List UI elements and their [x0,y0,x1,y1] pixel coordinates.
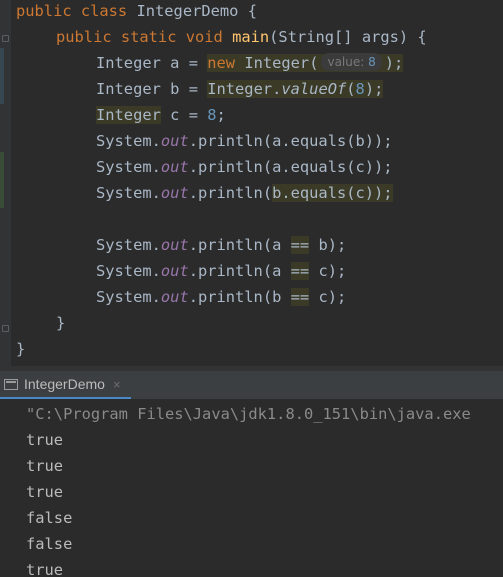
field-out: out [160,158,189,176]
var-a-assign: a = [170,54,208,72]
statement-tail: ); [364,80,384,98]
code-line-class-decl[interactable]: public class IntegerDemo { [16,0,257,24]
change-marker [0,48,4,104]
hint-label: value: [327,55,365,69]
code-line-compare-1[interactable]: System.out.println(a == b); [96,232,346,258]
console-output-line: false [26,535,73,553]
println-call: .println( [188,288,273,306]
number-literal: 8 [355,80,365,98]
console-output-line: false [26,509,73,527]
fold-marker-icon[interactable] [2,35,9,42]
println-call: .println( [188,184,273,202]
code-line-main-decl[interactable]: public static void main(String[] args) { [56,24,427,50]
system-class: System. [96,236,161,254]
fold-marker-icon[interactable] [2,325,9,332]
closing-brace: } [56,314,66,332]
keyword-public-class: public class [16,2,128,20]
operand-left: a [272,236,291,254]
code-line-close-class[interactable]: } [16,336,25,362]
run-tab[interactable]: IntegerDemo × [0,371,131,399]
equals-expression: a.equals(b)); [272,132,393,150]
keyword-public-static-void: public static void [56,28,223,46]
type-integer: Integer [96,80,161,98]
var-b-assign: b = [170,80,208,98]
method-valueof: valueOf [281,80,347,98]
type-integer: Integer [96,106,161,124]
editor-gutter[interactable] [0,0,11,366]
operand-right: c); [309,262,347,280]
parameter-hint: value: 8 [321,53,382,71]
println-call: .println( [188,158,273,176]
field-out: out [160,184,189,202]
type-integer: Integer [96,54,161,72]
system-class: System. [96,132,161,150]
constructor-integer: Integer( [244,54,319,72]
code-line-compare-3[interactable]: System.out.println(b == c); [96,284,346,310]
method-name-main: main [232,28,270,46]
class-name: IntegerDemo [136,2,239,20]
code-line-a[interactable]: Integer a = new Integer(value: 8); [96,50,404,76]
run-console-icon [4,378,18,390]
console-output-line: true [26,483,64,501]
console-command-line: "C:\Program Files\Java\jdk1.8.0_151\bin\… [26,405,471,423]
code-line-println-3[interactable]: System.out.println(b.equals(c)); [96,180,393,206]
class-integer: Integer. [207,80,282,98]
console-output-line: true [26,457,64,475]
println-call: .println( [188,236,273,254]
paren-open: ( [346,80,356,98]
println-call: .println( [188,262,273,280]
brace: { [247,2,257,20]
code-editor[interactable]: public class IntegerDemo { public static… [0,0,503,366]
operand-left: b [272,288,291,306]
field-out: out [160,262,189,280]
main-params: (String[] args) { [269,28,427,46]
run-tab-label: IntegerDemo [24,376,105,392]
code-line-println-2[interactable]: System.out.println(a.equals(c)); [96,154,393,180]
operand-left: a [272,262,291,280]
equals-expression-highlighted: b.equals(c) [272,184,375,202]
close-icon[interactable]: × [113,377,121,392]
field-out: out [160,132,189,150]
code-line-b[interactable]: Integer b = Integer.valueOf(8); [96,76,384,102]
run-console[interactable]: "C:\Program Files\Java\jdk1.8.0_151\bin\… [0,399,503,577]
operand-right: b); [309,236,347,254]
statement-tail: ; [216,106,226,124]
code-line-close-method[interactable]: } [56,310,65,336]
field-out: out [160,236,189,254]
operand-right: c); [309,288,347,306]
statement-tail: ); [384,54,404,72]
operator-equals: == [290,288,310,306]
number-literal: 8 [207,106,217,124]
code-line-println-1[interactable]: System.out.println(a.equals(b)); [96,128,393,154]
operator-equals: == [290,236,310,254]
hint-value: 8 [368,55,376,69]
equals-expression: a.equals(c)); [272,158,393,176]
keyword-new: new [207,54,236,72]
system-class: System. [96,184,161,202]
system-class: System. [96,288,161,306]
closing-brace: } [16,340,26,358]
console-output-line: true [26,431,64,449]
code-line-c[interactable]: Integer c = 8; [96,102,226,128]
run-tool-window-header: IntegerDemo × [0,370,503,399]
statement-tail: ); [374,184,393,202]
println-call: .println( [188,132,273,150]
system-class: System. [96,158,161,176]
change-marker [0,152,4,208]
system-class: System. [96,262,161,280]
code-line-compare-2[interactable]: System.out.println(a == c); [96,258,346,284]
console-output-line: true [26,561,64,577]
var-c-assign: c = [170,106,208,124]
operator-equals: == [290,262,310,280]
field-out: out [160,288,189,306]
